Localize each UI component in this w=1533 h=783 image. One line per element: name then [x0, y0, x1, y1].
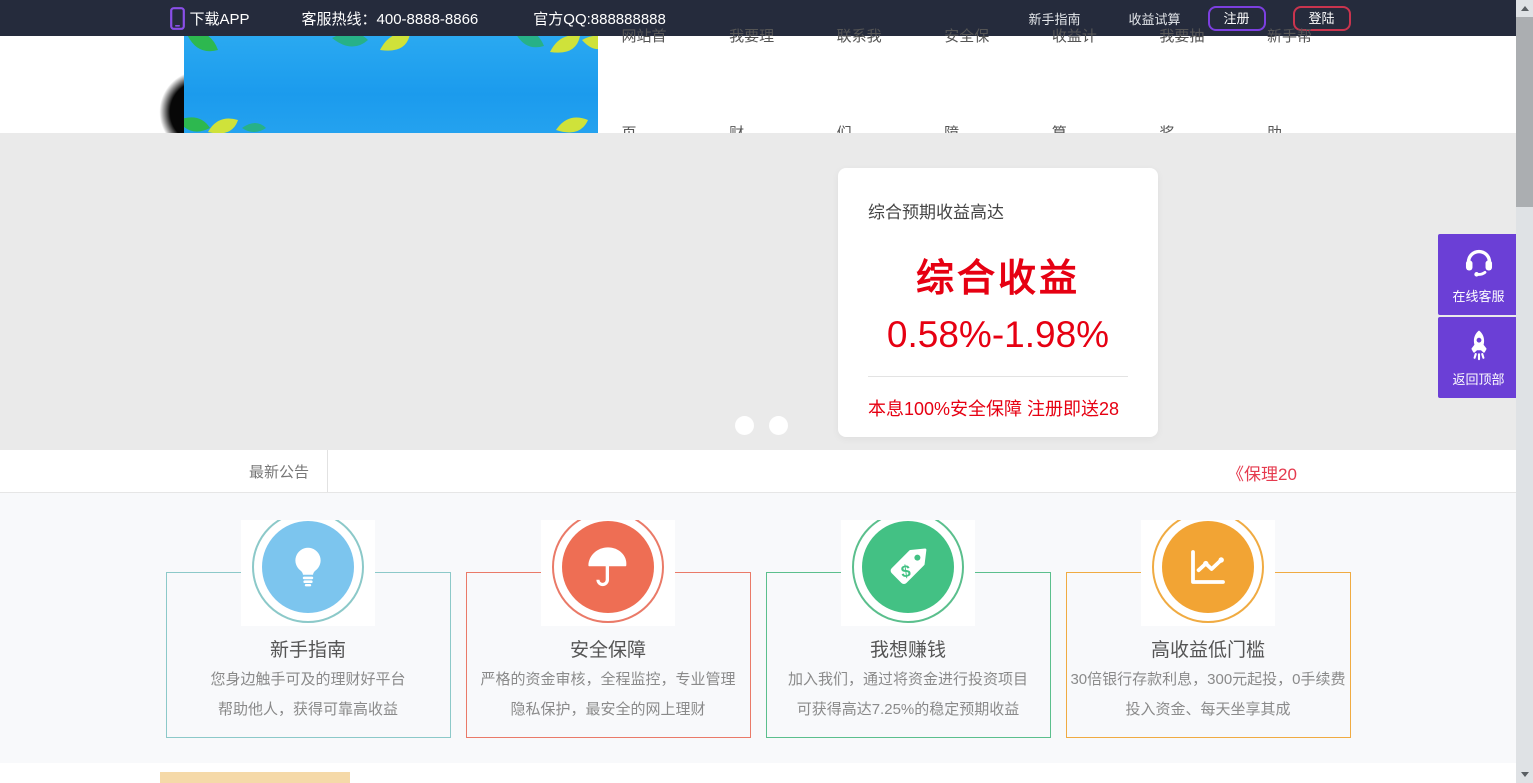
feature-line: 帮助他人，获得可靠高收益 [167, 698, 450, 722]
page: 下载APP 客服热线：400-8888-8866 官方QQ:888888888 … [0, 0, 1516, 783]
announcement-marquee: 《保理20 [328, 450, 1516, 492]
scrollbar [1516, 0, 1533, 783]
yield-rate: 0.58%-1.98% [838, 314, 1158, 356]
carousel-dot[interactable] [735, 416, 754, 435]
back-to-top-label: 返回顶部 [1452, 369, 1504, 388]
umbrella-icon [562, 521, 654, 613]
feature-card-earn-money[interactable]: $ 我想赚钱 加入我们，通过将资金进行投资项目 可获得高达7.25%的稳定预期收… [766, 572, 1051, 738]
announcement-label: 最新公告 [0, 450, 328, 492]
feature-line: 30倍银行存款利息，300元起投，0手续费 [1067, 668, 1350, 692]
bulb-icon [262, 521, 354, 613]
feature-icon-box: $ [841, 520, 975, 626]
feature-card-newbie-guide[interactable]: 新手指南 您身边触手可及的理财好平台 帮助他人，获得可靠高收益 [166, 572, 451, 738]
back-to-top-button[interactable]: 返回顶部 [1438, 317, 1519, 398]
hotline-text: 客服热线：400-8888-8866 [302, 8, 479, 29]
feature-title: 我想赚钱 [767, 635, 1050, 662]
line-chart-icon [1162, 521, 1254, 613]
carousel-dots [735, 416, 788, 435]
headset-icon [1462, 245, 1496, 279]
yield-card-title: 综合收益 [838, 247, 1158, 302]
divider [868, 376, 1128, 377]
yield-card-subtitle: 综合预期收益高达 [868, 198, 1128, 223]
phone-icon [170, 7, 185, 30]
carousel-dot[interactable] [769, 416, 788, 435]
feature-line: 可获得高达7.25%的稳定预期收益 [767, 698, 1050, 722]
next-section-tab [160, 772, 350, 783]
download-app-link[interactable]: 下载APP [190, 8, 250, 29]
feature-line: 加入我们，通过将资金进行投资项目 [767, 668, 1050, 692]
announcement-link[interactable]: 《保理20 [1227, 460, 1297, 485]
feature-line: 您身边触手可及的理财好平台 [167, 668, 450, 692]
rocket-icon [1462, 328, 1496, 362]
features-section: 新手指南 您身边触手可及的理财好平台 帮助他人，获得可靠高收益 安全保障 严格的… [0, 493, 1516, 763]
feature-card-high-yield[interactable]: 高收益低门槛 30倍银行存款利息，300元起投，0手续费 投入资金、每天坐享其成 [1066, 572, 1351, 738]
yield-card: 综合预期收益高达 综合收益 0.58%-1.98% 本息100%安全保障 注册即… [838, 168, 1158, 437]
floating-buttons: 在线客服 返回顶部 [1438, 234, 1519, 400]
online-service-label: 在线客服 [1452, 286, 1504, 305]
leaf-decorations [184, 36, 598, 133]
feature-card-safety[interactable]: 安全保障 严格的资金审核，全程监控，专业管理 隐私保护，最安全的网上理财 [466, 572, 751, 738]
hero-banner: 综合预期收益高达 综合收益 0.58%-1.98% 本息100%安全保障 注册即… [0, 133, 1516, 450]
scroll-down-arrow[interactable] [1516, 766, 1533, 783]
feature-title: 新手指南 [167, 635, 450, 662]
feature-title: 高收益低门槛 [1067, 635, 1350, 662]
footer-strip [0, 763, 1516, 783]
logo[interactable] [166, 36, 598, 133]
logo-banner-image [184, 36, 598, 133]
feature-line: 隐私保护，最安全的网上理财 [467, 698, 750, 722]
yield-note: 本息100%安全保障 注册即送28 [868, 395, 1158, 421]
feature-icon-box [1141, 520, 1275, 626]
scrollbar-thumb[interactable] [1516, 17, 1533, 207]
feature-line: 严格的资金审核，全程监控，专业管理 [467, 668, 750, 692]
online-service-button[interactable]: 在线客服 [1438, 234, 1519, 315]
scroll-up-arrow[interactable] [1516, 0, 1533, 17]
topbar-left: 下载APP 客服热线：400-8888-8866 官方QQ:888888888 [166, 7, 666, 30]
header: 网站首页 我要理财 联系我们 安全保障 收益计算 我要抽奖 新手帮助 [0, 36, 1516, 133]
feature-title: 安全保障 [467, 635, 750, 662]
announcement-bar: 最新公告 《保理20 [0, 450, 1516, 493]
feature-icon-box [241, 520, 375, 626]
feature-line: 投入资金、每天坐享其成 [1067, 698, 1350, 722]
feature-icon-box [541, 520, 675, 626]
price-tag-icon: $ [862, 521, 954, 613]
